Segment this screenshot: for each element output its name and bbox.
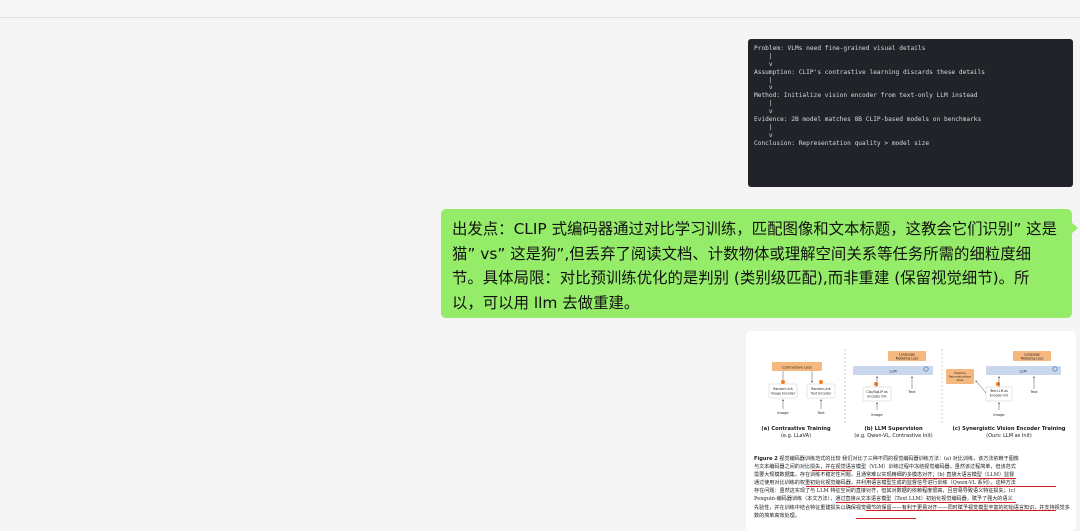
svg-text:Clip/SigLIP as: Clip/SigLIP as: [866, 390, 888, 394]
code-line: |: [754, 76, 773, 84]
code-line: Method: Initialize vision encoder from t…: [754, 92, 978, 100]
llm-label: LLM: [889, 370, 896, 374]
code-line: v: [754, 84, 773, 92]
image-label: Image: [993, 413, 1005, 417]
code-line: |: [754, 123, 773, 131]
panel-c-title: (c) Synergistic Vision Encoder Training: [952, 426, 1066, 432]
caption-text: 与文本编码器之间的对比损失，并在视觉语言模型（VLM）训练过程中冻结视觉编码器。…: [754, 464, 1016, 471]
caption-text: 数的简单高效处理。: [754, 512, 800, 519]
text-label: Text: [816, 411, 825, 415]
annotation-underline: [856, 518, 916, 519]
panel-a-title: (a) Contrastive Training: [761, 426, 831, 432]
caption-label: Figure 2: [754, 456, 778, 462]
figure-image-message[interactable]: Contrastive Loss Random-Init Image Encod…: [746, 331, 1076, 531]
code-line: v: [754, 131, 773, 139]
contrastive-loss-label: Contrastive Loss: [782, 366, 812, 370]
svg-text:Text Encoder: Text Encoder: [810, 392, 832, 396]
panel-c-subtitle: (Ours: LLM as Init): [986, 433, 1032, 439]
image-label: Image: [871, 413, 883, 417]
code-line: v: [754, 108, 773, 116]
code-line: |: [754, 100, 773, 108]
annotation-underline: [836, 502, 1016, 503]
panel-b-subtitle: (e.g. Qwen-VL, Contrastive Init): [854, 433, 933, 439]
code-line: |: [754, 52, 773, 60]
chat-message-text: 出发点：CLIP 式编码器通过对比学习训练，匹配图像和文本标题，这教会它们识别”…: [452, 220, 1057, 312]
code-line: Conclusion: Representation quality > mod…: [754, 139, 930, 147]
svg-text:Encoder Init: Encoder Init: [867, 395, 887, 399]
svg-text:Modeling Loss: Modeling Loss: [1021, 357, 1044, 361]
annotation-underline: [806, 486, 1056, 487]
panel-a-subtitle: (e.g. LLaVA): [780, 433, 812, 439]
caption-line: Figure 2 视觉编码器训练范式的比较 我们对比了三种不同的视觉编码器训练方…: [754, 455, 1070, 463]
fire-icon: [874, 382, 878, 386]
chat-message-bubble[interactable]: 出发点：CLIP 式编码器通过对比学习训练，匹配图像和文本标题，这教会它们识别”…: [441, 209, 1072, 318]
text-label: Text: [1029, 390, 1038, 394]
annotation-underline: [866, 478, 1016, 479]
code-line: Evidence: 2B model matches 8B CLIP-based…: [754, 116, 982, 124]
svg-text:Text LLM as: Text LLM as: [989, 389, 1008, 393]
code-line: Problem: VLMs need fine-grained visual d…: [754, 45, 926, 52]
text-label: Text: [907, 390, 916, 394]
svg-text:Loss: Loss: [957, 378, 964, 382]
image-label: Image: [777, 411, 789, 415]
llm-label: LLM: [1019, 370, 1026, 374]
caption-text: 视觉编码器训练范式的比较 我们对比了三种不同的视觉编码器训练方法：(a) 对比训…: [779, 456, 1019, 462]
caption-text: 存在问题：虽然这实现了与 LLM 特征空间的直接对齐，但其对数据的依赖程度很高，…: [754, 488, 1016, 495]
caption-line: 与文本编码器之间的对比损失，并在视觉语言模型（VLM）训练过程中冻结视觉编码器。…: [754, 463, 1070, 471]
code-line: v: [754, 60, 773, 68]
bubble-tail: [1071, 222, 1078, 234]
svg-text:Random-Init: Random-Init: [773, 387, 793, 391]
fire-icon: [996, 382, 1000, 386]
code-line: Assumption: CLIP's contrastive learning …: [754, 68, 985, 76]
caption-line: 存在问题：虽然这实现了与 LLM 特征空间的直接对齐，但其对数据的依赖程度很高，…: [754, 487, 1070, 495]
window-top-bar: [0, 0, 1080, 18]
fire-icon: [781, 380, 785, 384]
fire-icon: [819, 380, 823, 384]
panel-b-title: (b) LLM Supervision: [864, 426, 923, 432]
svg-text:Image Encoder: Image Encoder: [771, 392, 796, 396]
code-block-message[interactable]: Problem: VLMs need fine-grained visual d…: [748, 39, 1073, 187]
annotation-underline: [812, 470, 852, 471]
svg-text:Modeling Loss: Modeling Loss: [896, 357, 919, 361]
svg-text:Random-Init: Random-Init: [811, 387, 831, 391]
annotation-underline: [866, 510, 1056, 511]
svg-text:Encoder Init: Encoder Init: [990, 394, 1009, 398]
